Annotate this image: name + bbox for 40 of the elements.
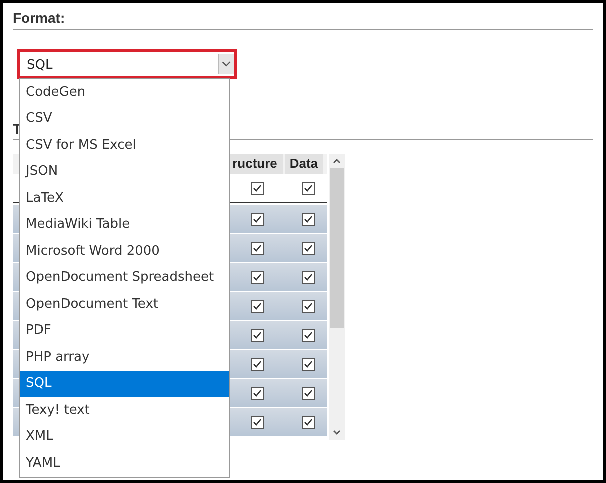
checkbox[interactable] xyxy=(251,386,264,400)
section-heading: Format: xyxy=(13,9,66,27)
scroll-thumb[interactable] xyxy=(330,168,344,328)
dropdown-option[interactable]: Texy! text xyxy=(20,397,229,424)
checkbox[interactable] xyxy=(251,328,264,342)
dropdown-option[interactable]: LaTeX xyxy=(20,185,229,212)
dropdown-option[interactable]: MediaWiki Table xyxy=(20,212,229,238)
checkbox[interactable] xyxy=(251,212,264,226)
checkbox[interactable] xyxy=(251,242,264,254)
dropdown-option[interactable]: PHP array xyxy=(20,344,229,370)
checkbox[interactable] xyxy=(251,300,264,312)
chevron-down-icon xyxy=(218,54,234,74)
checkbox[interactable] xyxy=(302,300,315,312)
checkbox[interactable] xyxy=(251,358,264,370)
checkbox[interactable] xyxy=(251,182,264,194)
dropdown-option[interactable]: CSV xyxy=(20,106,229,132)
scrollbar[interactable] xyxy=(329,154,345,440)
checkbox[interactable] xyxy=(302,416,315,428)
dropdown-option[interactable]: PDF xyxy=(20,318,229,344)
checkbox[interactable] xyxy=(302,182,315,194)
format-select[interactable]: SQL xyxy=(17,49,237,79)
checkbox[interactable] xyxy=(302,212,315,226)
dropdown-option[interactable]: OpenDocument Spreadsheet xyxy=(20,264,229,291)
dropdown-option[interactable]: SQL xyxy=(20,370,229,397)
dropdown-option[interactable]: JSON xyxy=(20,158,229,185)
checkbox[interactable] xyxy=(251,270,264,284)
dropdown-option[interactable]: OpenDocument Text xyxy=(20,291,229,318)
dropdown-option[interactable]: XML xyxy=(20,424,229,450)
column-header: ructure xyxy=(227,154,283,174)
dropdown-option[interactable]: YAML xyxy=(20,450,229,476)
checkbox[interactable] xyxy=(302,270,315,284)
checkbox[interactable] xyxy=(302,242,315,254)
checkbox[interactable] xyxy=(302,386,315,400)
dropdown-option[interactable]: Microsoft Word 2000 xyxy=(20,238,229,264)
dropdown-option[interactable]: CSV for MS Excel xyxy=(20,132,229,158)
checkbox[interactable] xyxy=(302,328,315,342)
checkbox[interactable] xyxy=(251,416,264,428)
column-header: Data xyxy=(285,154,323,174)
dropdown-option[interactable]: CodeGen xyxy=(20,79,229,106)
checkbox[interactable] xyxy=(302,358,315,370)
